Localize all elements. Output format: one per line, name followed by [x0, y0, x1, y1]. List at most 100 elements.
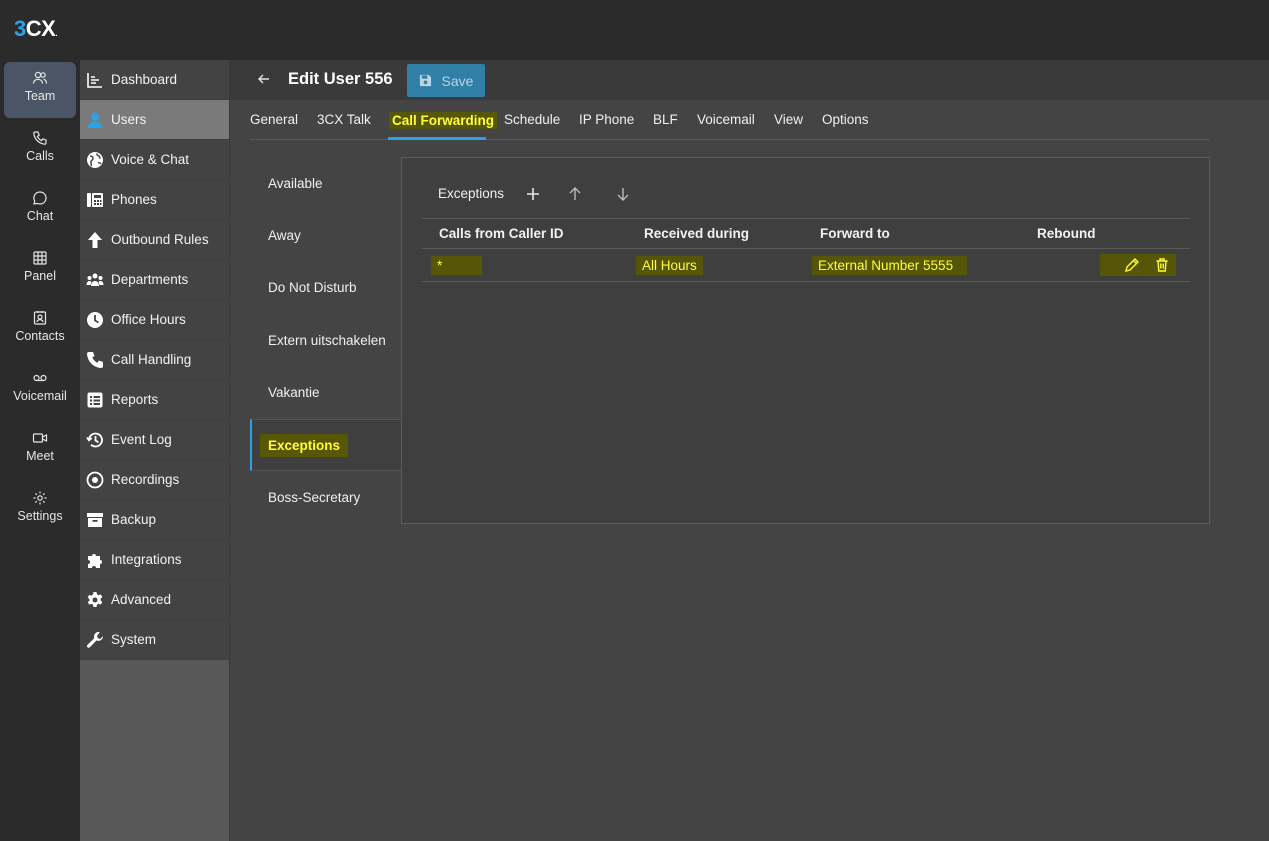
tab-schedule[interactable]: Schedule: [504, 112, 560, 127]
back-arrow-icon[interactable]: [256, 71, 272, 92]
nav-item-system[interactable]: System: [80, 620, 229, 660]
move-up-icon[interactable]: [568, 186, 582, 201]
floppy-disk-icon: [419, 74, 431, 87]
table-row[interactable]: * All Hours External Number 5555: [422, 249, 1190, 282]
nav-label: System: [111, 632, 157, 647]
edit-pencil-icon[interactable]: [1124, 257, 1140, 273]
page-title: Edit User 556: [288, 70, 393, 88]
nav-item-integrations[interactable]: Integrations: [80, 540, 229, 580]
nav-label: Outbound Rules: [111, 232, 209, 247]
nav-item-office-hours[interactable]: Office Hours: [80, 300, 229, 340]
settings-nav: Dashboard Users Voice & Chat Phones Outb…: [80, 60, 230, 841]
nav-label: Event Log: [111, 432, 172, 447]
rail-item-team[interactable]: Team: [4, 62, 76, 118]
clock-icon: [87, 311, 103, 328]
tab-3cx-talk[interactable]: 3CX Talk: [317, 112, 371, 127]
nav-label: Backup: [111, 512, 157, 527]
arrow-up-icon: [88, 231, 102, 248]
nav-label: Recordings: [111, 472, 180, 487]
subnav-label: Vakantie: [268, 384, 320, 400]
subnav-label: Exceptions: [260, 433, 349, 457]
column-header-caller-id[interactable]: Calls from Caller ID: [439, 226, 564, 241]
cell-caller-id: *: [431, 256, 483, 275]
rail-item-voicemail[interactable]: Voicemail: [4, 362, 76, 418]
subnav-extern-uitschakelen[interactable]: Extern uitschakelen: [250, 314, 402, 366]
nav-item-event-log[interactable]: Event Log: [80, 420, 229, 460]
nav-item-dashboard[interactable]: Dashboard: [80, 60, 229, 100]
history-icon: [86, 432, 103, 447]
forwarding-subnav: Available Away Do Not Disturb Extern uit…: [250, 157, 402, 524]
subnav-label: Boss-Secretary: [268, 489, 361, 505]
column-header-received-during[interactable]: Received during: [644, 226, 749, 241]
nav-label: Office Hours: [111, 312, 186, 327]
rail-item-settings[interactable]: Settings: [4, 482, 76, 538]
voicemail-icon: [33, 374, 47, 382]
nav-item-voice-chat[interactable]: Voice & Chat: [80, 140, 229, 180]
tab-options[interactable]: Options: [822, 112, 869, 127]
globe-icon: [87, 151, 103, 168]
cell-forward-to: External Number 5555: [812, 256, 968, 275]
nav-item-backup[interactable]: Backup: [80, 500, 229, 540]
departments-icon: [86, 273, 104, 286]
nav-item-call-handling[interactable]: Call Handling: [80, 340, 229, 380]
active-tab-indicator: [388, 137, 486, 140]
nav-label: Reports: [111, 392, 159, 407]
subnav-boss-secretary[interactable]: Boss-Secretary: [250, 471, 402, 523]
save-button[interactable]: Save: [407, 64, 485, 97]
table-header: Calls from Caller ID Received during For…: [422, 218, 1190, 249]
tab-view[interactable]: View: [774, 112, 803, 127]
team-icon: [32, 71, 48, 84]
exceptions-panel: Exceptions Calls from Caller ID Received…: [401, 157, 1210, 524]
toolbar-label: Exceptions: [438, 186, 505, 201]
rail-label: Team: [24, 89, 56, 103]
contacts-icon: [33, 311, 47, 325]
nav-label: Phones: [111, 192, 157, 207]
handset-icon: [87, 351, 103, 368]
phone-icon: [33, 131, 47, 145]
subnav-do-not-disturb[interactable]: Do Not Disturb: [250, 261, 402, 313]
rail-label: Voicemail: [13, 389, 67, 403]
rail-item-contacts[interactable]: Contacts: [4, 302, 76, 358]
nav-item-advanced[interactable]: Advanced: [80, 580, 229, 620]
rail-item-chat[interactable]: Chat: [4, 182, 76, 238]
tab-ip-phone[interactable]: IP Phone: [579, 112, 634, 127]
nav-item-outbound-rules[interactable]: Outbound Rules: [80, 220, 229, 260]
exceptions-toolbar: Exceptions: [438, 186, 630, 201]
tab-blf[interactable]: BLF: [653, 112, 678, 127]
subnav-away[interactable]: Away: [250, 209, 402, 261]
video-icon: [32, 433, 48, 443]
rail-label: Chat: [26, 209, 54, 223]
rail-item-meet[interactable]: Meet: [4, 422, 76, 478]
rail-item-panel[interactable]: Panel: [4, 242, 76, 298]
archive-icon: [87, 512, 103, 527]
exceptions-table: Calls from Caller ID Received during For…: [422, 218, 1190, 282]
nav-label: Integrations: [111, 552, 182, 567]
subnav-label: Extern uitschakelen: [268, 332, 386, 348]
nav-item-departments[interactable]: Departments: [80, 260, 229, 300]
nav-item-users[interactable]: Users: [80, 100, 229, 140]
subnav-available[interactable]: Available: [250, 157, 402, 209]
move-down-icon[interactable]: [616, 187, 630, 201]
tab-call-forwarding[interactable]: Call Forwarding: [389, 112, 498, 129]
nav-label: Call Handling: [111, 352, 192, 367]
app-rail: Team Calls Chat Panel Contacts Voicemail…: [0, 60, 80, 841]
record-icon: [86, 471, 104, 488]
nav-item-reports[interactable]: Reports: [80, 380, 229, 420]
cog-icon: [87, 591, 103, 607]
subnav-exceptions[interactable]: Exceptions: [250, 419, 402, 471]
add-icon[interactable]: [526, 187, 540, 201]
column-header-rebound[interactable]: Rebound: [1037, 226, 1096, 241]
subnav-vakantie[interactable]: Vakantie: [250, 366, 402, 418]
panel-grid-icon: [33, 251, 47, 265]
tab-voicemail[interactable]: Voicemail: [697, 112, 755, 127]
tab-general[interactable]: General: [250, 112, 298, 127]
nav-item-phones[interactable]: Phones: [80, 180, 229, 220]
subnav-label: Away: [268, 227, 301, 243]
chat-icon: [33, 191, 47, 205]
delete-trash-icon[interactable]: [1154, 257, 1170, 273]
rail-label: Contacts: [15, 329, 65, 343]
rail-item-calls[interactable]: Calls: [4, 122, 76, 178]
rail-label: Meet: [26, 449, 54, 463]
column-header-forward-to[interactable]: Forward to: [820, 226, 890, 241]
nav-item-recordings[interactable]: Recordings: [80, 460, 229, 500]
